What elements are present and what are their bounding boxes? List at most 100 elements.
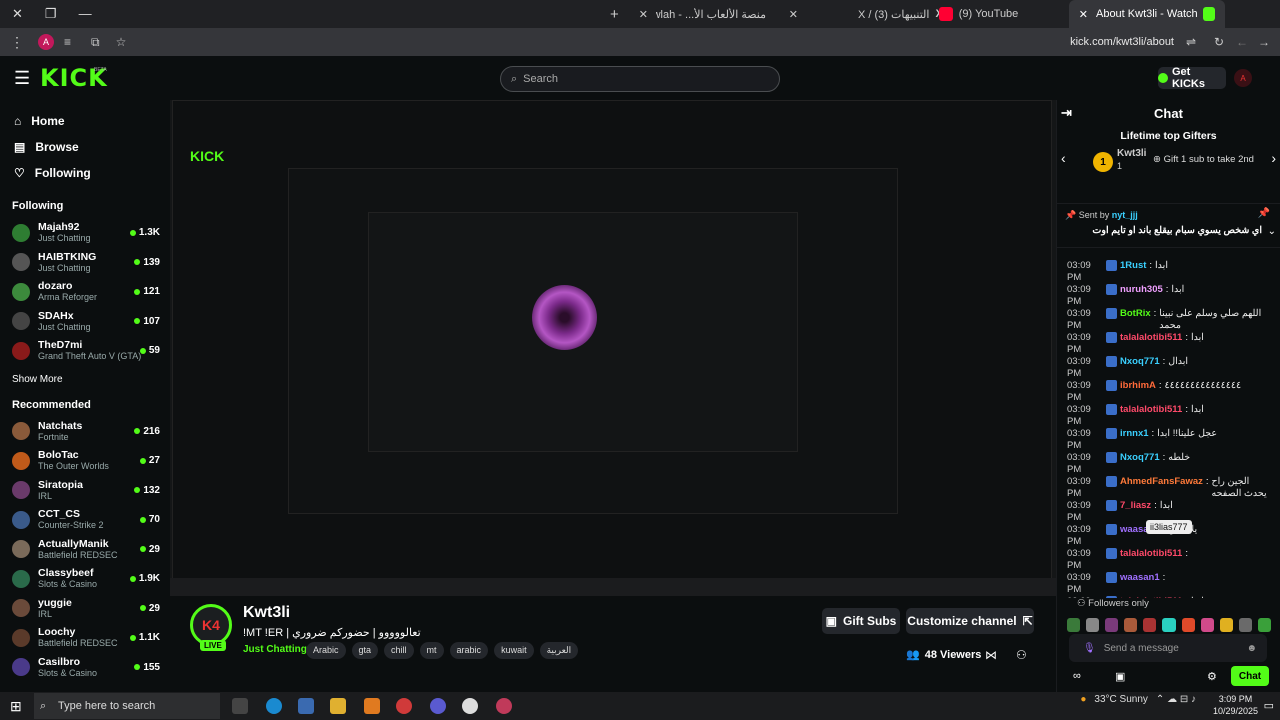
sidebar-channel-item[interactable]: ActuallyManik Battlefield REDSEC 29 xyxy=(0,535,170,565)
send-chat-button[interactable]: Chat xyxy=(1231,666,1269,686)
close-tab-icon[interactable]: ✕ xyxy=(1079,8,1088,21)
collapse-chat-icon[interactable]: ⇥ xyxy=(1061,105,1072,121)
app-icon[interactable] xyxy=(496,698,512,714)
menu-dots-icon[interactable]: ⋮ xyxy=(0,34,24,51)
gift-box-icon[interactable]: ▣ xyxy=(1115,670,1125,683)
chat-input[interactable]: 🎙 Send a message ☻ xyxy=(1069,634,1267,662)
channel-name[interactable]: Kwt3li xyxy=(243,604,290,622)
emote-icon[interactable] xyxy=(1181,618,1195,632)
emote-icon[interactable] xyxy=(1105,618,1119,632)
restore-window-icon[interactable]: ❐ xyxy=(45,6,57,22)
tag[interactable]: العربية xyxy=(539,642,579,659)
taskbar-search-input[interactable]: ⌕ Type here to search xyxy=(34,693,220,719)
message-username[interactable]: BotRix xyxy=(1120,308,1151,320)
tag[interactable]: arabic xyxy=(449,642,489,659)
sidebar-channel-item[interactable]: TheD7mi Grand Theft Auto V (GTA) 59 xyxy=(0,336,170,366)
taskbar-clock[interactable]: 3:09 PM 10/29/2025 xyxy=(1213,693,1258,717)
get-kicks-button[interactable]: Get KICKs xyxy=(1158,66,1226,90)
message-username[interactable]: ibrhimA xyxy=(1120,380,1156,392)
forward-icon[interactable]: ← xyxy=(1236,35,1248,49)
profile-icon[interactable]: A xyxy=(38,34,54,50)
sidebar-channel-item[interactable]: Classybeef Slots & Casino 1.9K xyxy=(0,564,170,594)
microphone-icon[interactable]: 🎙 xyxy=(1083,643,1096,654)
tab-jawlah[interactable]: ✕ منصة الألعاب الأ... - Jawlah | جولة xyxy=(629,0,779,28)
extensions-icon[interactable]: ⧉ xyxy=(91,35,100,50)
emote-icon[interactable] xyxy=(1067,618,1081,632)
reading-list-icon[interactable]: ≡ xyxy=(64,35,71,49)
sidebar-channel-item[interactable]: Natchats Fortnite 216 xyxy=(0,417,170,447)
chat-settings-icon[interactable]: ⚙ xyxy=(1207,670,1217,683)
chrome-icon[interactable] xyxy=(396,698,412,714)
emote-icon[interactable] xyxy=(1162,618,1176,632)
message-username[interactable]: talalalotibi511 xyxy=(1120,548,1182,560)
sidebar-channel-item[interactable]: CCT_CS Counter-Strike 2 70 xyxy=(0,505,170,535)
tag[interactable]: chill xyxy=(384,642,414,659)
message-username[interactable]: Nxoq771 xyxy=(1120,356,1160,368)
tag[interactable]: kuwait xyxy=(494,642,534,659)
sidebar-channel-item[interactable]: dozaro Arma Reforger 121 xyxy=(0,277,170,307)
install-app-icon[interactable]: ⇌ xyxy=(1186,35,1196,49)
message-username[interactable]: irnnx1 xyxy=(1120,428,1149,440)
message-username[interactable]: waasan1 xyxy=(1120,572,1160,584)
app-icon[interactable] xyxy=(364,698,380,714)
tab-x[interactable]: ✕ X / (3) التنبيهات X xyxy=(779,0,943,28)
new-tab-icon[interactable]: + xyxy=(600,6,629,23)
close-window-icon[interactable]: ✕ xyxy=(12,6,23,22)
message-username[interactable]: talalalotibi511 xyxy=(1120,332,1182,344)
emoji-icon[interactable]: ☻ xyxy=(1246,643,1257,654)
message-username[interactable]: AhmedFansFawaz xyxy=(1120,476,1203,488)
sidebar-channel-item[interactable]: Siratopia IRL 132 xyxy=(0,476,170,506)
back-icon[interactable]: → xyxy=(1258,35,1270,49)
gift-subs-button[interactable]: ▣ Gift Subs xyxy=(822,608,900,634)
user-avatar[interactable]: A xyxy=(1234,69,1252,87)
sidebar-channel-item[interactable]: Majah92 Just Chatting 1.3K xyxy=(0,218,170,248)
url-field[interactable]: kick.com/kwt3li/about xyxy=(1070,36,1174,48)
emote-icon[interactable] xyxy=(1124,618,1138,632)
show-more-link[interactable]: Show More xyxy=(0,366,170,393)
message-username[interactable]: talalalotibi511 xyxy=(1120,404,1182,416)
minimize-window-icon[interactable]: — xyxy=(79,6,92,22)
emote-icon[interactable] xyxy=(1257,618,1272,632)
emote-icon[interactable] xyxy=(1219,618,1233,632)
sidebar-channel-item[interactable]: HAIBTKING Just Chatting 139 xyxy=(0,248,170,278)
gift-hint[interactable]: ⊕ Gift 1 sub to take 2nd xyxy=(1153,154,1254,165)
store-icon[interactable] xyxy=(298,698,314,714)
emote-icon[interactable] xyxy=(1238,618,1252,632)
sidebar-channel-item[interactable]: Casilbro Slots & Casino 155 xyxy=(0,653,170,683)
expand-pinned-icon[interactable]: ⌄ xyxy=(1268,226,1276,237)
hamburger-menu-icon[interactable]: ☰ xyxy=(14,68,30,89)
sidebar-channel-item[interactable]: yuggie IRL 29 xyxy=(0,594,170,624)
task-view-icon[interactable] xyxy=(232,698,248,714)
kick-points-icon[interactable]: ∞ xyxy=(1073,670,1081,682)
message-username[interactable]: 7_liasz xyxy=(1120,500,1151,512)
reload-icon[interactable]: ↻ xyxy=(1214,35,1224,49)
windows-start-icon[interactable]: ⊞ xyxy=(10,698,22,715)
edge-icon[interactable] xyxy=(266,698,282,714)
message-username[interactable]: nuruh305 xyxy=(1120,284,1163,296)
emote-icon[interactable] xyxy=(1086,618,1100,632)
notifications-icon[interactable]: ▭ xyxy=(1264,699,1274,712)
tag[interactable]: gta xyxy=(351,642,379,659)
customize-channel-button[interactable]: Customize channel ⇱ xyxy=(906,608,1034,634)
message-username[interactable]: 1Rust xyxy=(1120,260,1146,272)
pin-icon[interactable]: 📌 xyxy=(1258,208,1270,219)
follow-user-icon[interactable]: ⚇ xyxy=(1016,648,1027,662)
tag[interactable]: Arabic xyxy=(306,642,346,659)
sidebar-nav-home[interactable]: ⌂ Home xyxy=(0,108,170,134)
emote-icon[interactable] xyxy=(1200,618,1214,632)
search-input[interactable]: ⌕ Search xyxy=(500,66,780,92)
sidebar-nav-following[interactable]: ♡ Following xyxy=(0,160,170,186)
sidebar-channel-item[interactable]: Loochy Battlefield REDSEC 1.1K xyxy=(0,623,170,653)
sidebar-channel-item[interactable]: SDAHx Just Chatting 107 xyxy=(0,307,170,337)
tag[interactable]: mt xyxy=(419,642,444,659)
gifters-prev-icon[interactable]: ‹ xyxy=(1061,150,1066,166)
video-player[interactable]: KICK xyxy=(170,100,1056,596)
network-icon[interactable]: ⌃ ☁ ⊟ ♪ xyxy=(1156,694,1196,705)
sidebar-channel-item[interactable]: BoloTac The Outer Worlds 27 xyxy=(0,446,170,476)
close-tab-icon[interactable]: ✕ xyxy=(789,8,798,21)
category-link[interactable]: Just Chatting xyxy=(243,644,307,655)
share-icon[interactable]: ⋈ xyxy=(985,648,997,662)
sidebar-nav-browse[interactable]: ▤ Browse xyxy=(0,134,170,160)
file-explorer-icon[interactable] xyxy=(330,698,346,714)
message-username[interactable]: Nxoq771 xyxy=(1120,452,1160,464)
